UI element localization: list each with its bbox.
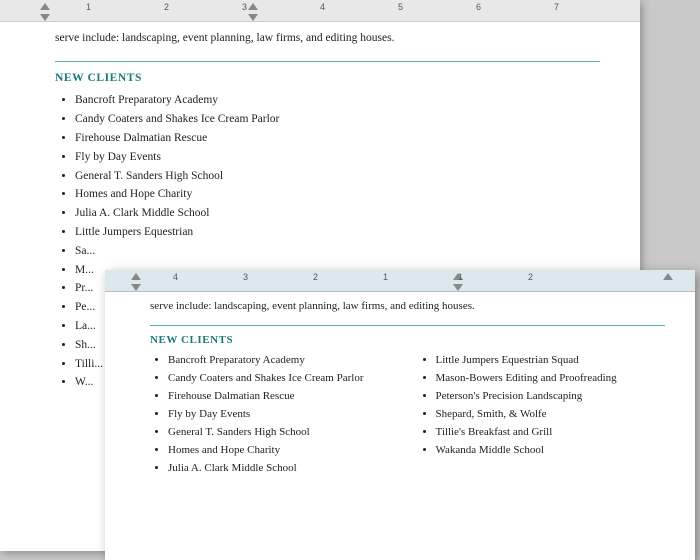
list-item: Little Jumpers Equestrian (75, 224, 600, 242)
section-divider-back (55, 61, 600, 62)
list-item: Sa... (75, 243, 600, 261)
back-section-title: NEW CLIENTS (55, 72, 600, 84)
ruler-back: 1 2 3 4 5 6 7 (0, 0, 640, 22)
foreground-document: 4 3 2 1 1 2 serve include: landscaping, … (105, 270, 695, 560)
list-item: Fly by Day Events (168, 406, 398, 423)
list-item: General T. Sanders High School (75, 168, 600, 186)
ruler-num-1: 1 (86, 2, 91, 12)
list-item: Shepard, Smith, & Wolfe (436, 406, 666, 423)
ruler-num-2: 2 (164, 2, 169, 12)
ruler-num-6: 6 (476, 2, 481, 12)
ruler-front: 4 3 2 1 1 2 (105, 270, 695, 292)
list-item: Fly by Day Events (75, 149, 600, 167)
ruler-num-f2: 2 (313, 272, 318, 282)
ruler-num-7: 7 (554, 2, 559, 12)
list-item: Firehouse Dalmatian Rescue (168, 388, 398, 405)
ruler-num-f1b: 1 (458, 272, 463, 282)
list-item: Peterson's Precision Landscaping (436, 388, 666, 405)
ruler-num-3: 3 (242, 2, 247, 12)
list-item: Candy Coaters and Shakes Ice Cream Parlo… (168, 370, 398, 387)
front-intro-text: serve include: landscaping, event planni… (150, 298, 665, 315)
list-item: Bancroft Preparatory Academy (75, 92, 600, 110)
section-divider-front (150, 325, 665, 326)
ruler-num-f3: 3 (243, 272, 248, 282)
list-item: Julia A. Clark Middle School (75, 205, 600, 223)
ruler-num-f1: 1 (383, 272, 388, 282)
clients-col1: Bancroft Preparatory Academy Candy Coate… (150, 352, 398, 478)
ruler-num-f2b: 2 (528, 272, 533, 282)
list-item: Homes and Hope Charity (75, 186, 600, 204)
list-item: General T. Sanders High School (168, 424, 398, 441)
list-item: Candy Coaters and Shakes Ice Cream Parlo… (75, 111, 600, 129)
list-item: Firehouse Dalmatian Rescue (75, 130, 600, 148)
list-item: Homes and Hope Charity (168, 442, 398, 459)
ruler-num-4: 4 (320, 2, 325, 12)
clients-col2: Little Jumpers Equestrian Squad Mason-Bo… (418, 352, 666, 478)
list-item: Little Jumpers Equestrian Squad (436, 352, 666, 369)
two-column-layout: Bancroft Preparatory Academy Candy Coate… (150, 352, 665, 478)
ruler-num-5: 5 (398, 2, 403, 12)
front-section-title: NEW CLIENTS (150, 334, 665, 346)
ruler-num-f4: 4 (173, 272, 178, 282)
back-intro-text: serve include: landscaping, event planni… (55, 30, 600, 47)
list-item: Wakanda Middle School (436, 442, 666, 459)
list-item: Tillie's Breakfast and Grill (436, 424, 666, 441)
list-item: Mason-Bowers Editing and Proofreading (436, 370, 666, 387)
front-doc-content: serve include: landscaping, event planni… (105, 292, 695, 498)
list-item: Bancroft Preparatory Academy (168, 352, 398, 369)
list-item: Julia A. Clark Middle School (168, 460, 398, 477)
